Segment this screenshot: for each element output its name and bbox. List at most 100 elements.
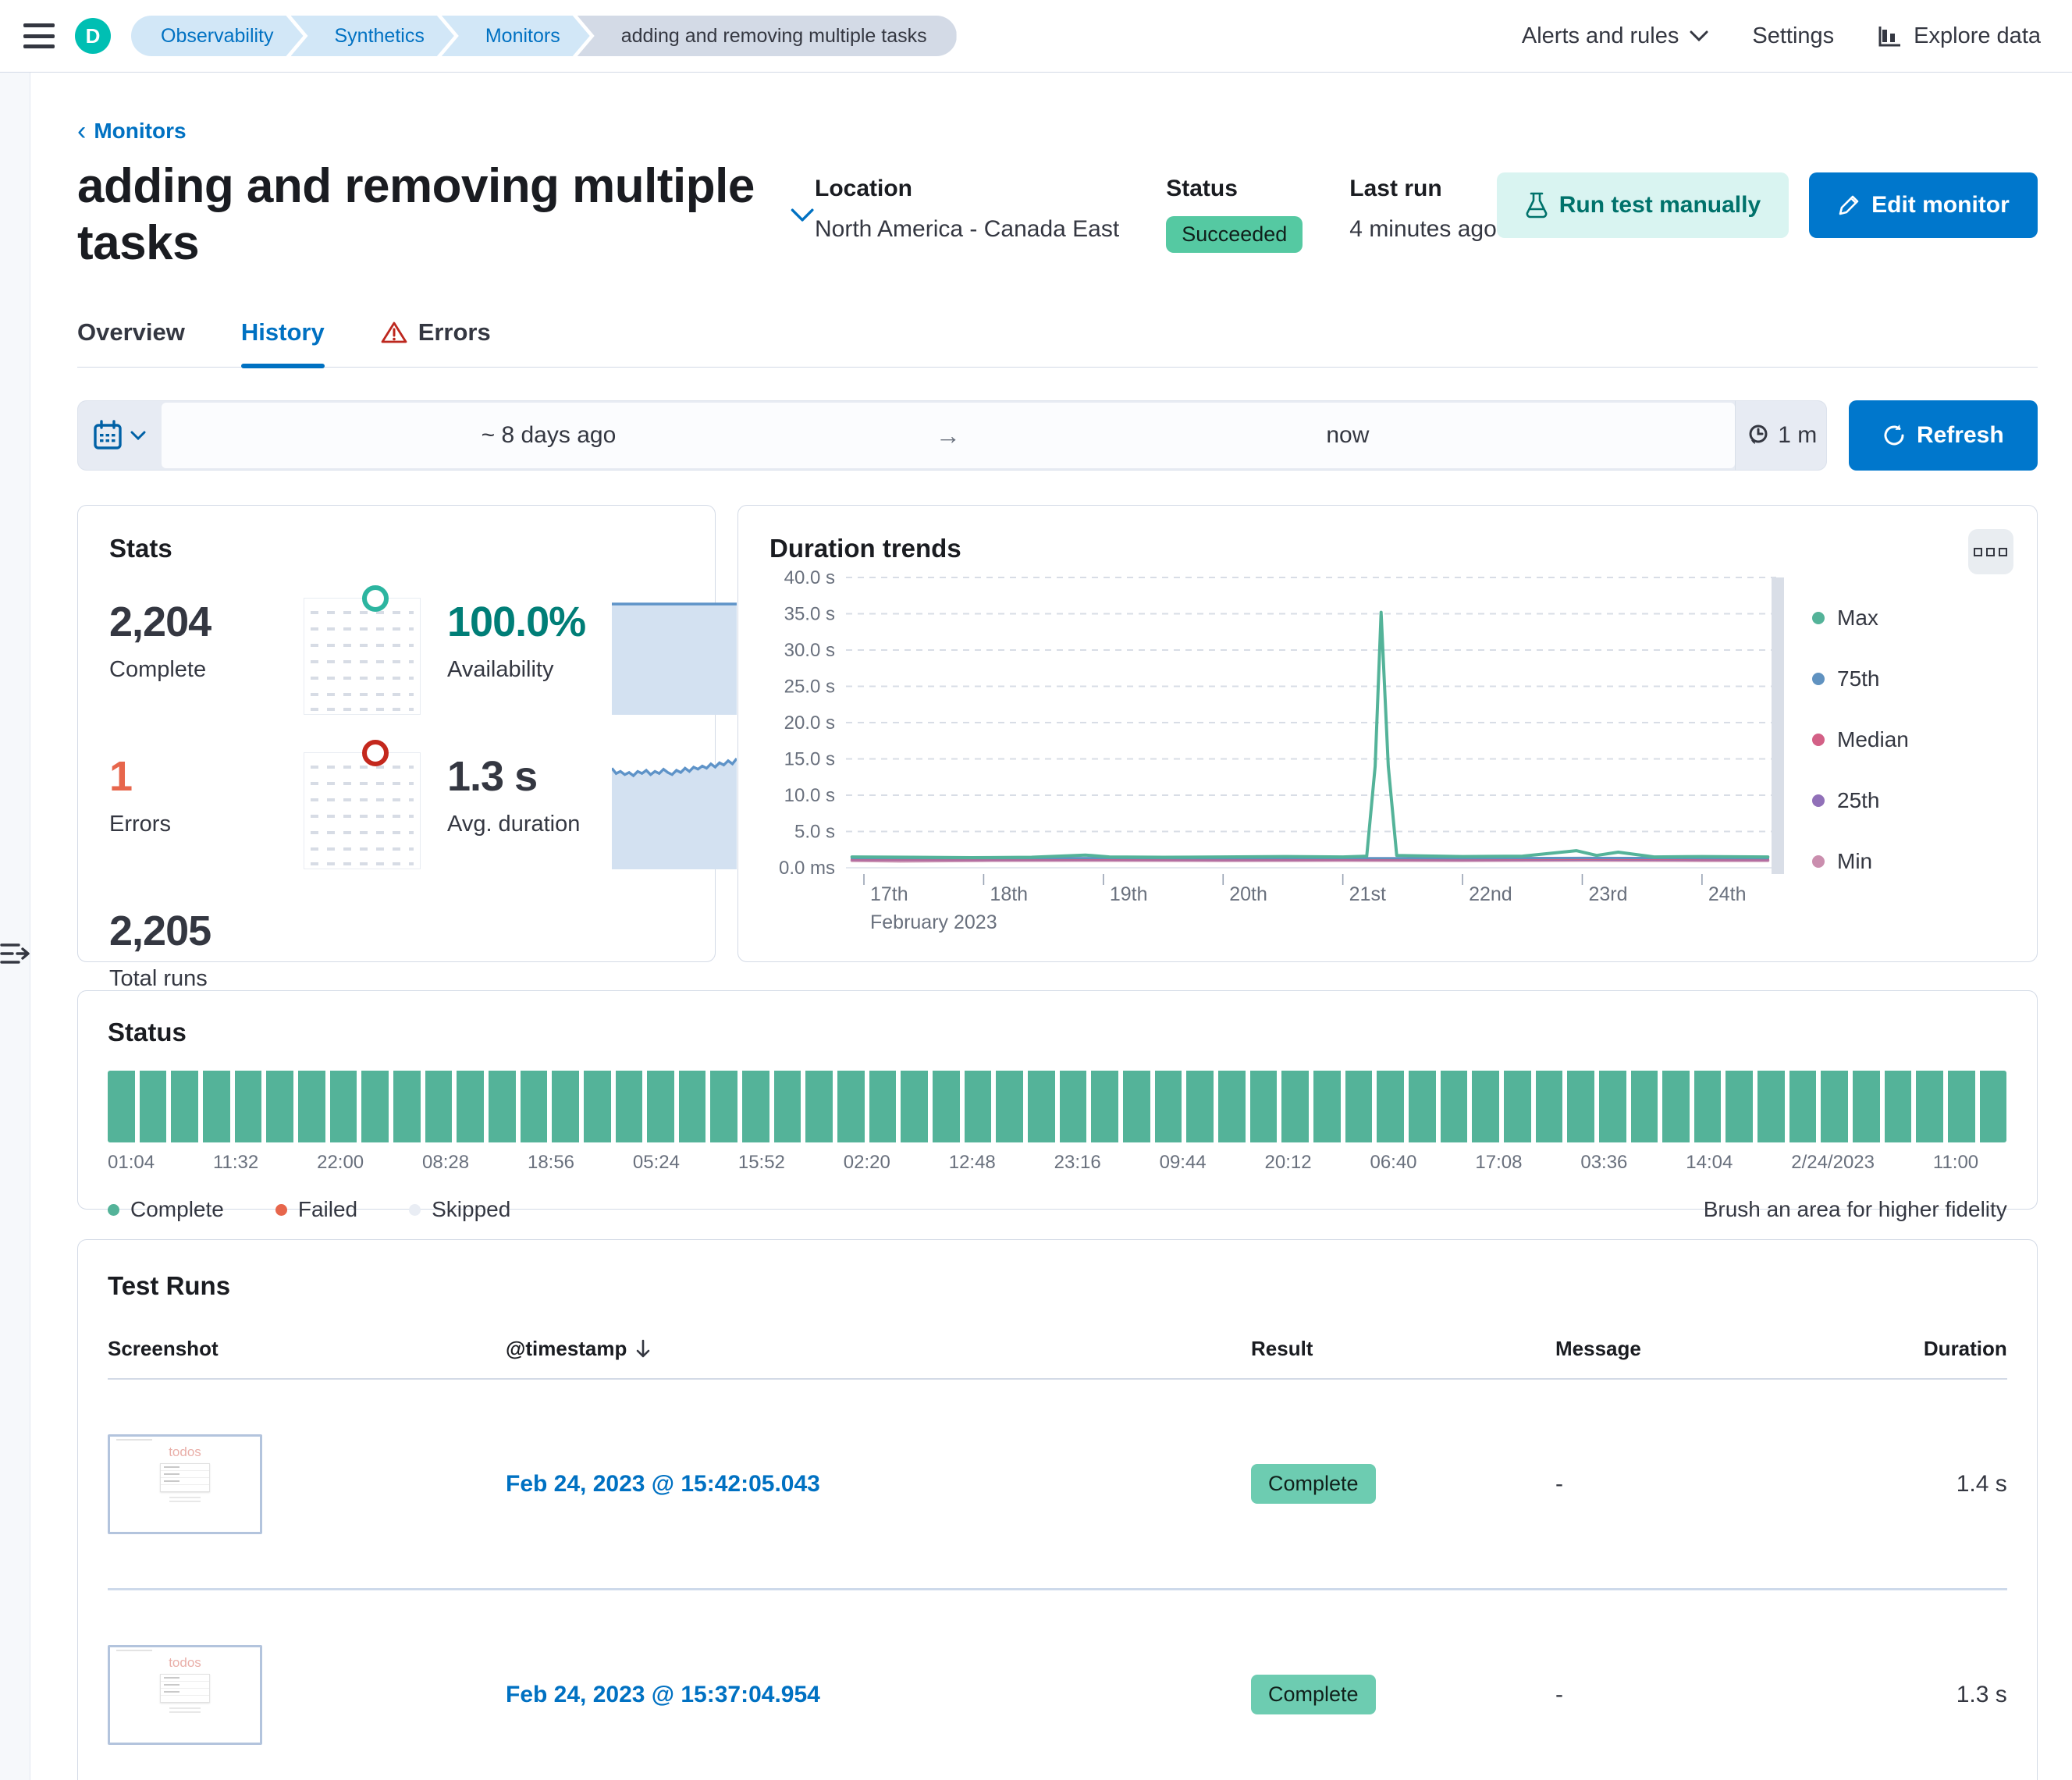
- settings-link[interactable]: Settings: [1752, 23, 1834, 49]
- legend-dot: [409, 1204, 421, 1216]
- duration-cell: 1.4 s: [1789, 1471, 2007, 1498]
- heatmap-tick-label: 09:44: [1160, 1152, 1207, 1174]
- svg-text:15.0 s: 15.0 s: [784, 749, 835, 770]
- chevron-down-icon: [1690, 30, 1708, 41]
- date-range-input: ~ 8 days ago → now: [162, 403, 1735, 468]
- svg-text:30.0 s: 30.0 s: [784, 640, 835, 661]
- monitor-meta: Location North America - Canada East Sta…: [815, 176, 1497, 253]
- heatmap-cell: [1091, 1071, 1118, 1142]
- stat-avg-duration: 1.3 s Avg. duration: [447, 752, 585, 837]
- heatmap-cell: [425, 1071, 453, 1142]
- brush-hint: Brush an area for higher fidelity: [1704, 1197, 2007, 1222]
- column-header-duration: Duration: [1789, 1337, 2007, 1361]
- heatmap-cell: [1599, 1071, 1626, 1142]
- test-run-timestamp-link[interactable]: Feb 24, 2023 @ 15:37:04.954: [506, 1682, 820, 1707]
- svg-text:18th: 18th: [990, 883, 1028, 905]
- tab-overview[interactable]: Overview: [77, 318, 185, 367]
- status-badge: Succeeded: [1166, 216, 1303, 253]
- status-heatmap[interactable]: [108, 1071, 2007, 1142]
- legend-item-75th[interactable]: 75th: [1812, 666, 1909, 691]
- heatmap-cell: [1885, 1071, 1912, 1142]
- legend-label: 25th: [1837, 788, 1880, 813]
- heatmap-cell: [1409, 1071, 1436, 1142]
- heatmap-cell: [1028, 1071, 1055, 1142]
- svg-text:40.0 s: 40.0 s: [784, 570, 835, 588]
- status-heatmap-ticks: 01:0411:3222:0008:2818:5605:2415:5202:20…: [108, 1152, 1978, 1174]
- refresh-interval-button[interactable]: 1 m: [1735, 400, 1827, 471]
- status-legend-skipped: Skipped: [409, 1197, 510, 1222]
- column-header-result: Result: [1251, 1337, 1555, 1361]
- avatar[interactable]: D: [75, 18, 111, 54]
- thumbnail-line: [161, 1675, 209, 1682]
- legend-options-icon[interactable]: [1968, 529, 2013, 574]
- legend-item-max[interactable]: Max: [1812, 606, 1909, 631]
- legend-dot: [1812, 794, 1825, 807]
- heatmap-tick-label: 20:12: [1265, 1152, 1312, 1174]
- explore-data-link[interactable]: Explore data: [1878, 23, 2041, 49]
- menu-hamburger-icon[interactable]: [23, 23, 55, 48]
- svg-text:17th: 17th: [870, 883, 908, 905]
- range-end-button[interactable]: now: [961, 422, 1735, 449]
- heatmap-cell: [140, 1071, 167, 1142]
- complete-marker-icon: [362, 585, 389, 612]
- heatmap-cell: [1631, 1071, 1658, 1142]
- breadcrumb-item[interactable]: Observability: [131, 16, 304, 56]
- avg-duration-sparkline: [612, 752, 737, 869]
- column-header-timestamp[interactable]: @timestamp: [506, 1337, 1251, 1361]
- heatmap-tick-label: 23:16: [1054, 1152, 1101, 1174]
- screenshot-thumbnail[interactable]: todos: [108, 1645, 262, 1745]
- bar-chart-icon: [1878, 23, 1903, 48]
- screenshot-cell: todos: [108, 1645, 506, 1745]
- column-header-screenshot: Screenshot: [108, 1337, 506, 1361]
- result-cell: Complete: [1251, 1464, 1555, 1504]
- page-title: adding and removing multiple tasks: [77, 158, 766, 272]
- heatmap-tick-label: 05:24: [633, 1152, 680, 1174]
- legend-item-median[interactable]: Median: [1812, 727, 1909, 752]
- expand-sidebar-icon[interactable]: [0, 129, 30, 1780]
- heatmap-cell: [521, 1071, 548, 1142]
- heatmap-tick-label: 06:40: [1370, 1152, 1416, 1174]
- heatmap-cell: [1281, 1071, 1309, 1142]
- run-test-manually-button[interactable]: Run test manually: [1497, 172, 1789, 238]
- meta-last-run: Last run 4 minutes ago: [1349, 176, 1496, 253]
- alerts-and-rules-menu[interactable]: Alerts and rules: [1522, 23, 1709, 49]
- thumbnail-todo-card: [160, 1463, 210, 1492]
- stat-total-runs: 2,205 Total runs: [109, 907, 277, 992]
- thumbnail-footer-line: [169, 1707, 201, 1709]
- monitor-select-chevron-icon[interactable]: [790, 206, 815, 225]
- range-start-button[interactable]: ~ 8 days ago: [162, 422, 936, 449]
- errors-sparkline: [304, 752, 421, 869]
- legend-dot: [1812, 673, 1825, 685]
- test-run-timestamp-link[interactable]: Feb 24, 2023 @ 15:42:05.043: [506, 1471, 820, 1497]
- heatmap-cell: [1980, 1071, 2007, 1142]
- breadcrumb-item[interactable]: Monitors: [442, 16, 590, 56]
- tab-history[interactable]: History: [241, 318, 325, 367]
- screenshot-thumbnail[interactable]: todos: [108, 1434, 262, 1534]
- thumbnail-line: [161, 1464, 209, 1471]
- svg-text:24th: 24th: [1708, 883, 1747, 905]
- heatmap-cell: [1250, 1071, 1278, 1142]
- tab-errors[interactable]: Errors: [381, 318, 491, 367]
- tab-label: Overview: [77, 318, 185, 346]
- breadcrumb-item[interactable]: adding and removing multiple tasks: [578, 16, 957, 56]
- heatmap-cell: [266, 1071, 293, 1142]
- svg-text:20.0 s: 20.0 s: [784, 712, 835, 734]
- warning-triangle-icon: [381, 321, 407, 344]
- top-nav: D ObservabilitySyntheticsMonitorsadding …: [0, 0, 2072, 73]
- edit-monitor-button[interactable]: Edit monitor: [1809, 172, 2038, 238]
- calendar-menu-button[interactable]: [77, 400, 162, 471]
- heatmap-cell: [1662, 1071, 1690, 1142]
- legend-item-min[interactable]: Min: [1812, 849, 1909, 874]
- svg-text:22nd: 22nd: [1469, 883, 1512, 905]
- column-label: Screenshot: [108, 1337, 219, 1360]
- svg-text:21st: 21st: [1349, 883, 1386, 905]
- chevron-left-icon: ‹: [77, 118, 86, 144]
- duration-trends-chart[interactable]: 40.0 s35.0 s30.0 s25.0 s20.0 s15.0 s10.0…: [769, 570, 1792, 939]
- result-badge: Complete: [1251, 1464, 1376, 1504]
- breadcrumb-item[interactable]: Synthetics: [291, 16, 454, 56]
- refresh-button[interactable]: Refresh: [1849, 400, 2038, 471]
- thumbnail-line: [161, 1689, 209, 1696]
- back-to-monitors-link[interactable]: ‹ Monitors: [77, 118, 187, 144]
- legend-item-25th[interactable]: 25th: [1812, 788, 1909, 813]
- heatmap-cell: [203, 1071, 230, 1142]
